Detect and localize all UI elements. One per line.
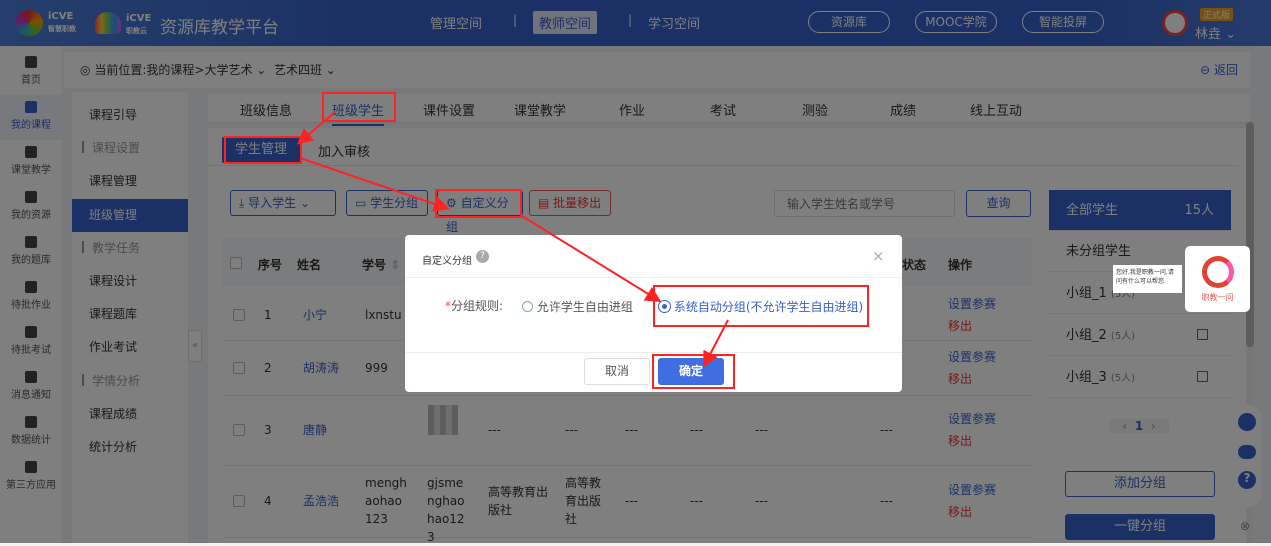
arrow bbox=[299, 157, 450, 212]
annotation-arrows bbox=[296, 111, 729, 368]
arrow bbox=[521, 215, 662, 303]
arrow bbox=[296, 111, 336, 145]
arrow bbox=[703, 319, 729, 368]
